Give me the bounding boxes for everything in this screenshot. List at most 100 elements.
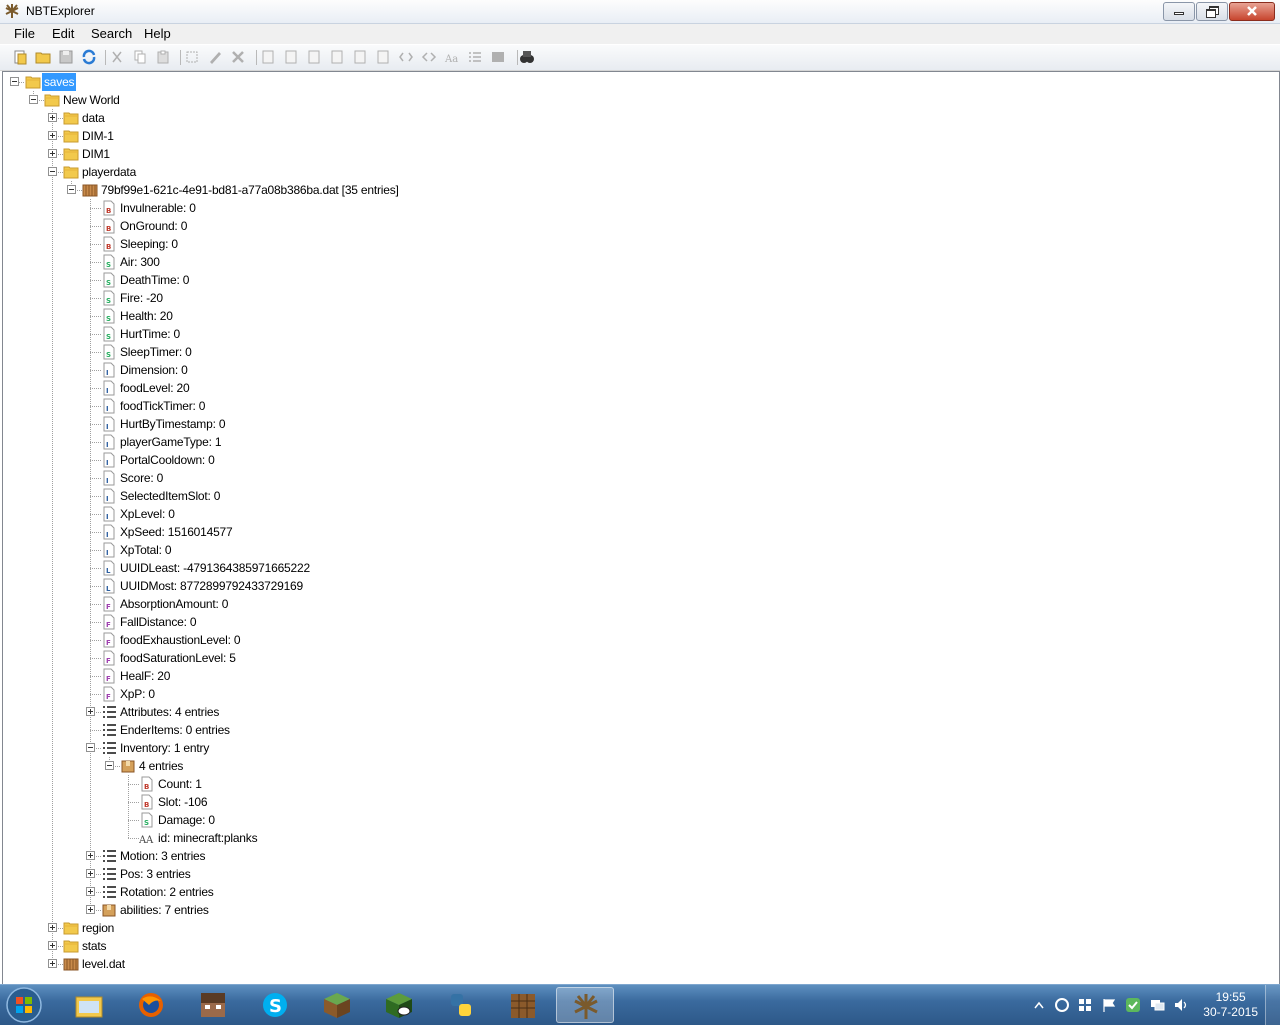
menu-edit[interactable]: Edit (52, 26, 74, 41)
expand-icon[interactable] (48, 131, 57, 140)
tree-node[interactable]: I SelectedItemSlot: 0 (3, 487, 1273, 505)
tree-node[interactable]: EnderItems: 0 entries (3, 721, 1273, 739)
tree-node[interactable]: I Dimension: 0 (3, 361, 1273, 379)
tree-node-label[interactable]: abilities: 7 entries (120, 901, 209, 919)
sync-icon[interactable] (1054, 997, 1070, 1013)
tree-node[interactable]: B Sleeping: 0 (3, 235, 1273, 253)
menu-help[interactable]: Help (144, 26, 171, 41)
tree-node[interactable]: IfoodLevel: 20 (3, 379, 1273, 397)
add-int-icon[interactable] (306, 49, 322, 65)
tree-node[interactable]: IplayerGameType: 1 (3, 433, 1273, 451)
taskbar-app-skype[interactable]: S (246, 987, 304, 1023)
add-list-icon[interactable] (467, 49, 483, 65)
expand-icon[interactable] (48, 113, 57, 122)
delete-icon[interactable] (230, 49, 246, 65)
tree-node-label[interactable]: AbsorptionAmount: 0 (120, 595, 228, 613)
close-button[interactable] (1229, 2, 1275, 21)
tree-node-label[interactable]: 79bf99e1-621c-4e91-bd81-a77a08b386ba.dat… (101, 181, 399, 199)
tree-node-label[interactable]: Invulnerable: 0 (120, 199, 196, 217)
tree-node-label[interactable]: stats (82, 937, 107, 955)
tree-node-label[interactable]: XpLevel: 0 (120, 505, 175, 523)
tree-node[interactable]: I Score: 0 (3, 469, 1273, 487)
tree-node-label[interactable]: Sleeping: 0 (120, 235, 178, 253)
tree-node[interactable]: AA id: minecraft:planks (3, 829, 1273, 847)
open-icon[interactable] (12, 49, 28, 65)
tree-node-label[interactable]: HurtTime: 0 (120, 325, 180, 343)
tree-node[interactable]: F XpP: 0 (3, 685, 1273, 703)
tree-node[interactable]: I XpSeed: 1516014577 (3, 523, 1273, 541)
tree-node-label[interactable]: DeathTime: 0 (120, 271, 189, 289)
expand-icon[interactable] (86, 707, 95, 716)
tree-node[interactable]: 79bf99e1-621c-4e91-bd81-a77a08b386ba.dat… (3, 181, 1273, 199)
find-icon[interactable] (519, 49, 535, 65)
tree-node[interactable]: I XpTotal: 0 (3, 541, 1273, 559)
tree-node-label[interactable]: foodSaturationLevel: 5 (120, 649, 236, 667)
start-button[interactable] (2, 985, 46, 1025)
tree-node-label[interactable]: Fire: -20 (120, 289, 163, 307)
tree-node-label[interactable]: Motion: 3 entries (120, 847, 206, 865)
tree-node-label[interactable]: saves (42, 73, 77, 91)
taskbar-app-explorer[interactable] (60, 987, 118, 1023)
refresh-icon[interactable] (81, 49, 97, 65)
restore-button[interactable] (1196, 2, 1228, 21)
collapse-icon[interactable] (86, 743, 95, 752)
expand-icon[interactable] (86, 887, 95, 896)
tree-node[interactable]: DIM-1 (3, 127, 1273, 145)
tree-node-label[interactable]: UUIDLeast: -4791364385971665222 (120, 559, 310, 577)
expand-icon[interactable] (48, 941, 57, 950)
tree-node-label[interactable]: DIM-1 (82, 127, 114, 145)
tree-node[interactable]: B Count: 1 (3, 775, 1273, 793)
show-desktop-button[interactable] (1265, 985, 1280, 1025)
tree-node-label[interactable]: Count: 1 (158, 775, 202, 793)
show-hidden-icons-icon[interactable] (1034, 1001, 1044, 1009)
tree-node[interactable]: S Health: 20 (3, 307, 1273, 325)
tree-node-label[interactable]: EnderItems: 0 entries (120, 721, 230, 739)
tree-node[interactable]: region (3, 919, 1273, 937)
add-compound-icon[interactable] (490, 49, 506, 65)
tree-node-label[interactable]: SelectedItemSlot: 0 (120, 487, 220, 505)
tree-node-label[interactable]: XpSeed: 1516014577 (120, 523, 233, 541)
tree-node-label[interactable]: New World (63, 91, 120, 109)
tree-node[interactable]: L UUIDLeast: -4791364385971665222 (3, 559, 1273, 577)
tree-node-label[interactable]: HurtByTimestamp: 0 (120, 415, 226, 433)
tree-node-label[interactable]: level.dat (82, 955, 125, 973)
collapse-icon[interactable] (48, 167, 57, 176)
add-string-icon[interactable]: Aa (444, 49, 460, 65)
tree-node-label[interactable]: 4 entries (139, 757, 183, 775)
tree-node[interactable]: L UUIDMost: 8772899792433729169 (3, 577, 1273, 595)
add-short-icon[interactable] (283, 49, 299, 65)
expand-icon[interactable] (86, 851, 95, 860)
tree-node-label[interactable]: Rotation: 2 entries (120, 883, 214, 901)
tree-node-label[interactable]: Slot: -106 (158, 793, 208, 811)
windows-icon[interactable] (1077, 997, 1093, 1013)
tree-node[interactable]: S DeathTime: 0 (3, 271, 1273, 289)
tree-node[interactable]: saves (3, 73, 1273, 91)
action-center-flag-icon[interactable] (1101, 997, 1117, 1013)
rename-icon[interactable] (184, 49, 200, 65)
tree-node[interactable]: F FallDistance: 0 (3, 613, 1273, 631)
taskbar-app-minecraft-head[interactable] (184, 987, 242, 1023)
taskbar-app-python[interactable] (432, 987, 490, 1023)
tree-node[interactable]: FfoodSaturationLevel: 5 (3, 649, 1273, 667)
collapse-icon[interactable] (29, 95, 38, 104)
tree-node-label[interactable]: DIM1 (82, 145, 110, 163)
tree-node[interactable]: FfoodExhaustionLevel: 0 (3, 631, 1273, 649)
tree-node-label[interactable]: Health: 20 (120, 307, 173, 325)
tree-node-label[interactable]: PortalCooldown: 0 (120, 451, 215, 469)
tree-node[interactable]: IfoodTickTimer: 0 (3, 397, 1273, 415)
tree-node[interactable]: Pos: 3 entries (3, 865, 1273, 883)
network-icon[interactable] (1149, 997, 1165, 1013)
tree-node[interactable]: F HealF: 20 (3, 667, 1273, 685)
tree-node-label[interactable]: id: minecraft:planks (158, 829, 258, 847)
tree-node-label[interactable]: foodTickTimer: 0 (120, 397, 205, 415)
expand-icon[interactable] (86, 905, 95, 914)
tree-node[interactable]: Rotation: 2 entries (3, 883, 1273, 901)
tree-node[interactable]: I PortalCooldown: 0 (3, 451, 1273, 469)
add-byte-icon[interactable] (260, 49, 276, 65)
tree-node-label[interactable]: foodExhaustionLevel: 0 (120, 631, 241, 649)
tree-node[interactable]: abilities: 7 entries (3, 901, 1273, 919)
tree-node-label[interactable]: UUIDMost: 8772899792433729169 (120, 577, 303, 595)
taskbar-app-nbtexplorer[interactable] (556, 987, 614, 1023)
volume-icon[interactable] (1173, 997, 1189, 1013)
expand-icon[interactable] (48, 923, 57, 932)
